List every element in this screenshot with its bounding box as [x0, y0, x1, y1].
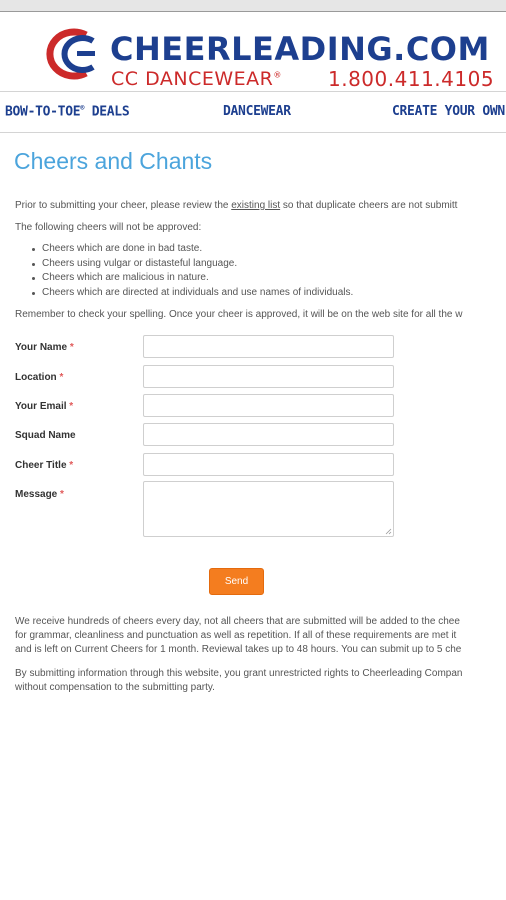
- cc-logo-icon[interactable]: [46, 27, 104, 81]
- list-item: Cheers which are malicious in nature.: [31, 272, 353, 287]
- brand-phone[interactable]: 1.800.411.4105: [328, 67, 494, 91]
- your-name-input[interactable]: [143, 335, 394, 358]
- list-item: Cheers which are done in bad taste.: [31, 243, 353, 258]
- location-input[interactable]: [143, 365, 394, 388]
- cheer-title-label: Cheer Title *: [15, 460, 74, 471]
- rules-list: Cheers which are done in bad taste. Chee…: [31, 243, 353, 302]
- squad-name-input[interactable]: [143, 423, 394, 446]
- squad-name-label: Squad Name: [15, 430, 76, 441]
- list-item: Cheers which are directed at individuals…: [31, 287, 353, 302]
- rights-notice-text: By submitting information through this w…: [15, 668, 463, 693]
- site-header: CHEERLEADING.COM CC DANCEWEAR® 1.800.411…: [0, 12, 506, 91]
- brand-name[interactable]: CHEERLEADING.COM: [110, 30, 490, 68]
- your-email-label: Your Email *: [15, 401, 74, 412]
- nav-item-dancewear[interactable]: DANCEWEAR: [223, 104, 291, 119]
- cheer-title-input[interactable]: [143, 453, 394, 476]
- location-label: Location *: [15, 372, 64, 383]
- nav-item-bow-to-toe-deals[interactable]: BOW-TO-TOE® DEALS: [5, 104, 130, 119]
- spelling-note: Remember to check your spelling. Once yo…: [15, 309, 463, 320]
- intro-text: Prior to submitting your cheer, please r…: [15, 200, 458, 211]
- message-textarea[interactable]: [143, 481, 394, 537]
- send-button[interactable]: Send: [209, 568, 264, 595]
- resize-handle-icon[interactable]: [385, 528, 392, 535]
- review-policy-text: We receive hundreds of cheers every day,…: [15, 616, 462, 655]
- browser-top-bar: [0, 0, 506, 12]
- your-name-label: Your Name *: [15, 342, 74, 353]
- nav-item-create-your-own[interactable]: CREATE YOUR OWN: [392, 104, 505, 119]
- message-label: Message *: [15, 489, 64, 500]
- your-email-input[interactable]: [143, 394, 394, 417]
- page-title: Cheers and Chants: [14, 148, 213, 174]
- not-approved-heading: The following cheers will not be approve…: [15, 222, 202, 233]
- main-nav: BOW-TO-TOE® DEALS DANCEWEAR CREATE YOUR …: [0, 91, 506, 133]
- existing-list-link[interactable]: existing list: [231, 200, 280, 211]
- list-item: Cheers using vulgar or distasteful langu…: [31, 258, 353, 273]
- brand-subtitle: CC DANCEWEAR®: [111, 68, 282, 90]
